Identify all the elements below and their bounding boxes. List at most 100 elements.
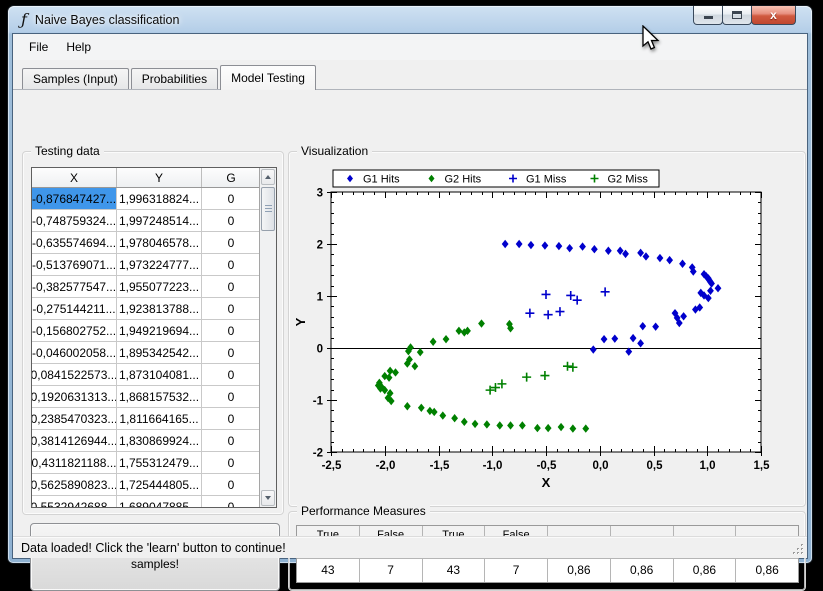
- table-cell[interactable]: 0: [202, 298, 261, 320]
- table-cell[interactable]: 0,0841522573...: [32, 364, 117, 386]
- table-cell[interactable]: 0: [202, 496, 261, 508]
- svg-text:3: 3: [317, 188, 323, 200]
- grid-body: -0,876847427...1,996318824...0-0,7487593…: [32, 188, 276, 508]
- svg-text:G1 Miss: G1 Miss: [526, 174, 567, 186]
- svg-text:-1: -1: [313, 396, 324, 408]
- table-cell[interactable]: 1,895342542...: [117, 342, 202, 364]
- table-row: 0,0841522573...1,873104081...0: [32, 364, 261, 386]
- table-cell[interactable]: 0: [202, 342, 261, 364]
- table-cell[interactable]: 1,811664165...: [117, 408, 202, 430]
- svg-text:1: 1: [317, 292, 324, 304]
- table-cell[interactable]: 0,5625890823...: [32, 474, 117, 496]
- table-cell[interactable]: 0,1920631313...: [32, 386, 117, 408]
- table-cell[interactable]: 0: [202, 430, 261, 452]
- table-cell[interactable]: 0,3814126944...: [32, 430, 117, 452]
- visualization-group-label: Visualization: [297, 144, 372, 158]
- table-cell[interactable]: -0,046002058...: [32, 342, 117, 364]
- menu-item-file[interactable]: File: [20, 36, 57, 58]
- table-row: 0,2385470323...1,811664165...0: [32, 408, 261, 430]
- table-cell[interactable]: 1,978046578...: [117, 232, 202, 254]
- column-header-x[interactable]: X: [32, 168, 117, 187]
- table-cell[interactable]: 0,2385470323...: [32, 408, 117, 430]
- table-cell[interactable]: 0: [202, 386, 261, 408]
- svg-text:1,0: 1,0: [700, 460, 716, 472]
- close-button[interactable]: x: [751, 6, 796, 25]
- model-testing-page: Testing data XYG -0,876847427...1,996318…: [13, 89, 807, 536]
- scrollbar-grip-icon: [265, 205, 272, 213]
- scrollbar-down-button[interactable]: [261, 490, 275, 506]
- arrow-down-icon: [265, 496, 271, 500]
- table-cell[interactable]: 1,997248514...: [117, 210, 202, 232]
- table-row: -0,748759324...1,997248514...0: [32, 210, 261, 232]
- svg-text:1,5: 1,5: [754, 460, 771, 472]
- restore-icon: [732, 11, 742, 19]
- table-row: 0,1920631313...1,868157532...0: [32, 386, 261, 408]
- mouse-cursor: [641, 25, 663, 53]
- table-cell[interactable]: 0: [202, 188, 261, 210]
- table-cell[interactable]: 1,873104081...: [117, 364, 202, 386]
- restore-button[interactable]: [722, 6, 752, 25]
- resize-grip[interactable]: [792, 543, 805, 556]
- application-window: ƒ Naive Bayes classification x File Help…: [8, 6, 812, 563]
- table-cell[interactable]: 1,755312479...: [117, 452, 202, 474]
- table-cell[interactable]: 1,923813788...: [117, 298, 202, 320]
- table-cell[interactable]: 0: [202, 232, 261, 254]
- svg-text:-1,5: -1,5: [430, 460, 450, 472]
- table-cell[interactable]: 0: [202, 210, 261, 232]
- column-header-y[interactable]: Y: [117, 168, 202, 187]
- table-cell[interactable]: 1,689047885...: [117, 496, 202, 508]
- close-icon: x: [770, 9, 777, 21]
- table-cell[interactable]: 0,4311821188...: [32, 452, 117, 474]
- table-cell[interactable]: -0,876847427...: [32, 188, 117, 210]
- table-cell[interactable]: 0: [202, 320, 261, 342]
- table-cell[interactable]: -0,748759324...: [32, 210, 117, 232]
- table-cell[interactable]: 1,868157532...: [117, 386, 202, 408]
- table-cell[interactable]: 1,955077223...: [117, 276, 202, 298]
- table-cell[interactable]: 1,830869924...: [117, 430, 202, 452]
- scrollbar-thumb[interactable]: [261, 187, 275, 231]
- table-row: -0,635574694...1,978046578...0: [32, 232, 261, 254]
- testing-data-grid[interactable]: XYG -0,876847427...1,996318824...0-0,748…: [31, 167, 277, 508]
- tab-probabilities[interactable]: Probabilities: [131, 68, 218, 89]
- svg-text:0,0: 0,0: [593, 460, 609, 472]
- table-cell[interactable]: 0: [202, 452, 261, 474]
- svg-text:-2: -2: [313, 448, 323, 460]
- menu-item-help[interactable]: Help: [57, 36, 100, 58]
- status-text: Data loaded! Click the 'learn' button to…: [21, 541, 286, 555]
- table-cell[interactable]: 1,973224777...: [117, 254, 202, 276]
- column-header-g[interactable]: G: [202, 168, 261, 187]
- table-cell[interactable]: -0,156802752...: [32, 320, 117, 342]
- visualization-group: Visualization -2,5-2,0-1,5-1,0-0,50,00,5…: [288, 151, 806, 507]
- table-row: -0,876847427...1,996318824...0: [32, 188, 261, 210]
- table-cell[interactable]: 0: [202, 408, 261, 430]
- tab-strip: Samples (Input) Probabilities Model Test…: [22, 66, 318, 89]
- table-cell[interactable]: 1,996318824...: [117, 188, 202, 210]
- title-bar[interactable]: ƒ Naive Bayes classification x: [8, 6, 812, 34]
- svg-text:Y: Y: [295, 317, 308, 326]
- table-cell[interactable]: 0: [202, 364, 261, 386]
- table-cell[interactable]: 1,725444805...: [117, 474, 202, 496]
- table-row: 0,3814126944...1,830869924...0: [32, 430, 261, 452]
- menu-bar: File Help: [13, 34, 807, 60]
- tab-samples-input[interactable]: Samples (Input): [22, 68, 129, 89]
- table-cell[interactable]: 0: [202, 276, 261, 298]
- svg-text:2: 2: [317, 240, 323, 252]
- table-cell[interactable]: 0: [202, 254, 261, 276]
- tab-model-testing[interactable]: Model Testing: [220, 65, 316, 90]
- grid-vertical-scrollbar[interactable]: [259, 168, 276, 507]
- svg-text:0,5: 0,5: [647, 460, 664, 472]
- table-row: -0,382577547...1,955077223...0: [32, 276, 261, 298]
- table-row: 0,5625890823...1,725444805...0: [32, 474, 261, 496]
- table-cell[interactable]: -0,275144211...: [32, 298, 117, 320]
- svg-text:G2 Miss: G2 Miss: [608, 174, 649, 186]
- table-cell[interactable]: 1,949219694...: [117, 320, 202, 342]
- table-cell[interactable]: -0,382577547...: [32, 276, 117, 298]
- table-cell[interactable]: -0,635574694...: [32, 232, 117, 254]
- minimize-button[interactable]: [693, 6, 723, 25]
- scrollbar-up-button[interactable]: [261, 169, 275, 185]
- table-cell[interactable]: -0,513769071...: [32, 254, 117, 276]
- table-row: -0,513769071...1,973224777...0: [32, 254, 261, 276]
- svg-text:-0,5: -0,5: [537, 460, 557, 472]
- table-cell[interactable]: 0: [202, 474, 261, 496]
- table-cell[interactable]: 0,5532942688...: [32, 496, 117, 508]
